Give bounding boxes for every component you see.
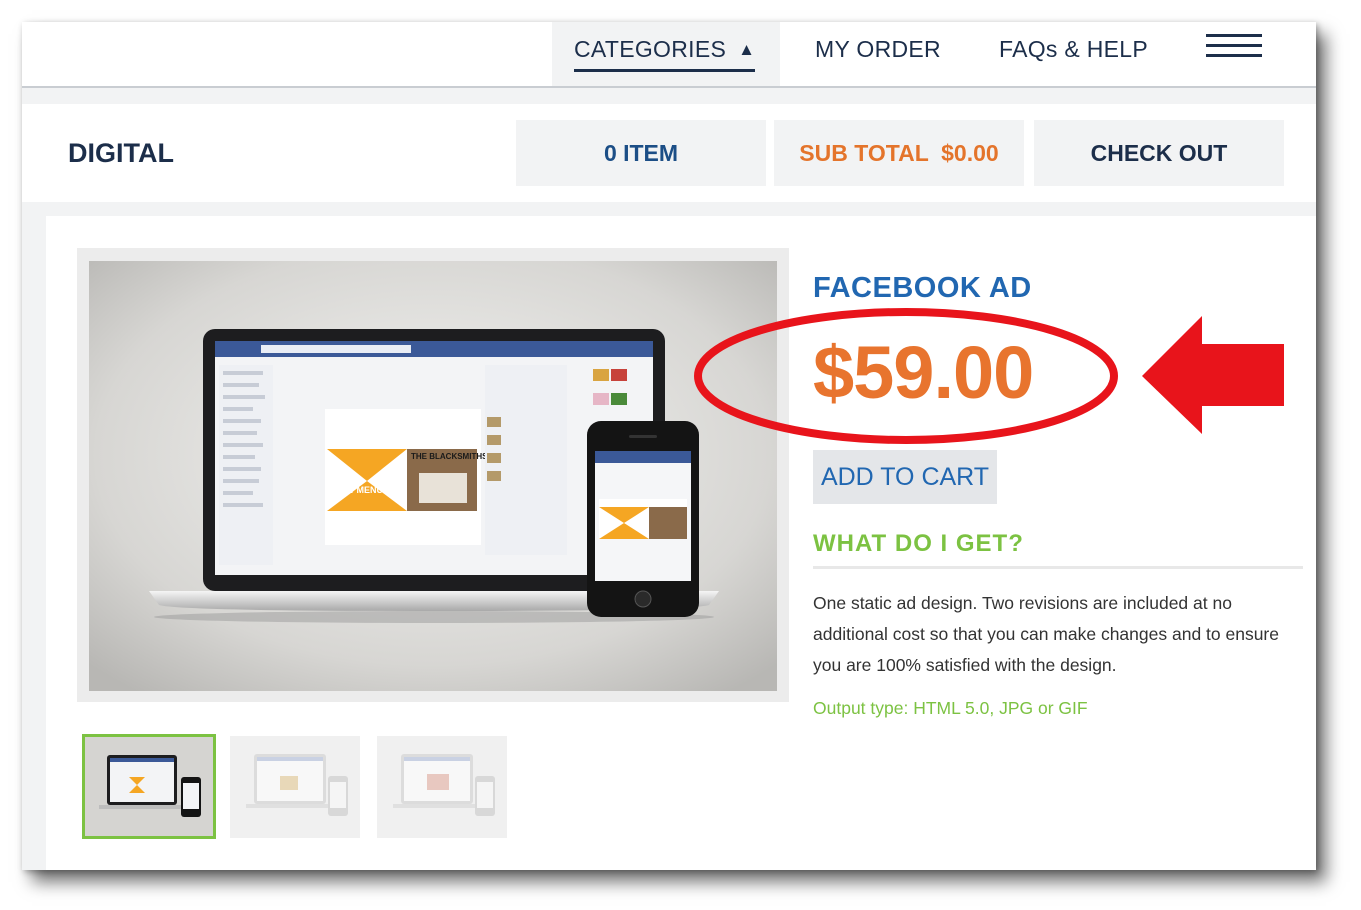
section-title: DIGITAL bbox=[68, 138, 174, 168]
product-price: $59.00 bbox=[813, 331, 1034, 414]
nav-categories[interactable]: CATEGORIES ▲ bbox=[552, 22, 780, 86]
output-type: Output type: HTML 5.0, JPG or GIF bbox=[813, 698, 1088, 718]
product-title: FACEBOOK AD bbox=[813, 272, 1032, 304]
product-description: One static ad design. Two revisions are … bbox=[813, 593, 1279, 675]
thumbnail-1[interactable] bbox=[82, 734, 216, 839]
mockup-headline: THE BLACKSMITHS bbox=[411, 452, 488, 461]
nav-gap bbox=[22, 88, 1316, 104]
page: CATEGORIES ▲ MY ORDER FAQs & HELP DIGITAL… bbox=[22, 22, 1316, 870]
checkout-button[interactable]: CHECK OUT bbox=[1034, 120, 1284, 186]
cart-bar: DIGITAL 0 ITEM SUB TOTAL $0.00 CHECK OUT bbox=[22, 104, 1316, 202]
nav-my-order[interactable]: MY ORDER bbox=[815, 36, 941, 63]
content-gutter bbox=[22, 216, 46, 870]
add-to-cart-button[interactable]: ADD TO CART bbox=[813, 450, 997, 504]
mockup-subtext: NEW MENUS bbox=[333, 485, 389, 495]
nav-faqs-help[interactable]: FAQs & HELP bbox=[999, 36, 1148, 63]
thumbnail-3[interactable] bbox=[377, 736, 507, 838]
what-do-i-get-heading: WHAT DO I GET? bbox=[813, 530, 1024, 557]
thumbnail-2[interactable] bbox=[230, 736, 360, 838]
hamburger-menu-icon[interactable] bbox=[1206, 34, 1262, 64]
cart-item-count[interactable]: 0 ITEM bbox=[516, 120, 766, 186]
section-band bbox=[22, 202, 1316, 216]
details-divider bbox=[813, 566, 1303, 569]
triangle-up-icon: ▲ bbox=[738, 40, 756, 59]
top-nav: CATEGORIES ▲ MY ORDER FAQs & HELP bbox=[22, 22, 1316, 86]
product-main-image[interactable]: THE BLACKSMITHS NEW MENUS bbox=[89, 261, 777, 691]
nav-categories-label[interactable]: CATEGORIES ▲ bbox=[574, 36, 756, 72]
cart-subtotal: SUB TOTAL $0.00 bbox=[774, 120, 1024, 186]
